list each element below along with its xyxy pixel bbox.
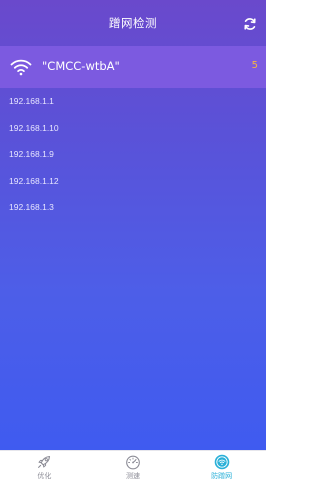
tab-label: 防蹭网 bbox=[211, 472, 233, 480]
network-row[interactable]: "CMCC-wtbA" 5 bbox=[0, 46, 266, 88]
page-title: 蹭网检测 bbox=[109, 16, 157, 30]
device-list: 192.168.1.1 192.168.1.10 192.168.1.9 192… bbox=[0, 88, 266, 221]
tab-label: 优化 bbox=[37, 472, 52, 480]
tab-optimize[interactable]: 优化 bbox=[0, 451, 89, 480]
device-count: 5 bbox=[251, 60, 258, 71]
wifi-icon bbox=[10, 58, 32, 76]
network-ssid: "CMCC-wtbA" bbox=[42, 59, 120, 73]
main-screen: 蹭网检测 "CMCC-wtbA" 5 192.168.1.1 192.168.1… bbox=[0, 0, 266, 450]
tab-label: 测速 bbox=[126, 472, 140, 480]
list-item[interactable]: 192.168.1.3 bbox=[0, 194, 266, 221]
header: 蹭网检测 bbox=[0, 0, 266, 46]
tab-bar: 优化 测速 防蹭网 bbox=[0, 450, 266, 480]
list-item[interactable]: 192.168.1.1 bbox=[0, 88, 266, 115]
refresh-icon[interactable] bbox=[242, 16, 258, 32]
list-item[interactable]: 192.168.1.12 bbox=[0, 168, 266, 195]
list-item[interactable]: 192.168.1.10 bbox=[0, 115, 266, 142]
tab-speedtest[interactable]: 测速 bbox=[89, 451, 178, 480]
shield-wifi-icon bbox=[214, 454, 230, 470]
tab-anti-freeload[interactable]: 防蹭网 bbox=[177, 451, 266, 480]
rocket-icon bbox=[36, 454, 52, 470]
speedometer-icon bbox=[125, 454, 141, 470]
list-item[interactable]: 192.168.1.9 bbox=[0, 141, 266, 168]
